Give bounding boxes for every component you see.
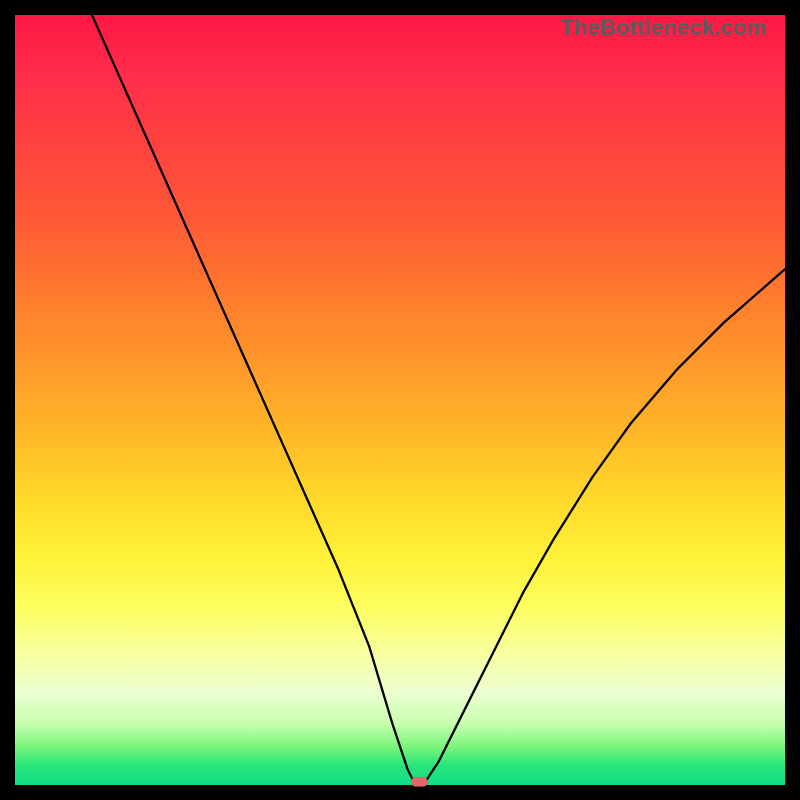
- minimum-marker: [411, 777, 427, 786]
- plot-area: TheBottleneck.com: [15, 15, 785, 785]
- curve-line: [92, 15, 785, 785]
- bottleneck-curve: [15, 15, 785, 785]
- chart-frame: TheBottleneck.com: [0, 0, 800, 800]
